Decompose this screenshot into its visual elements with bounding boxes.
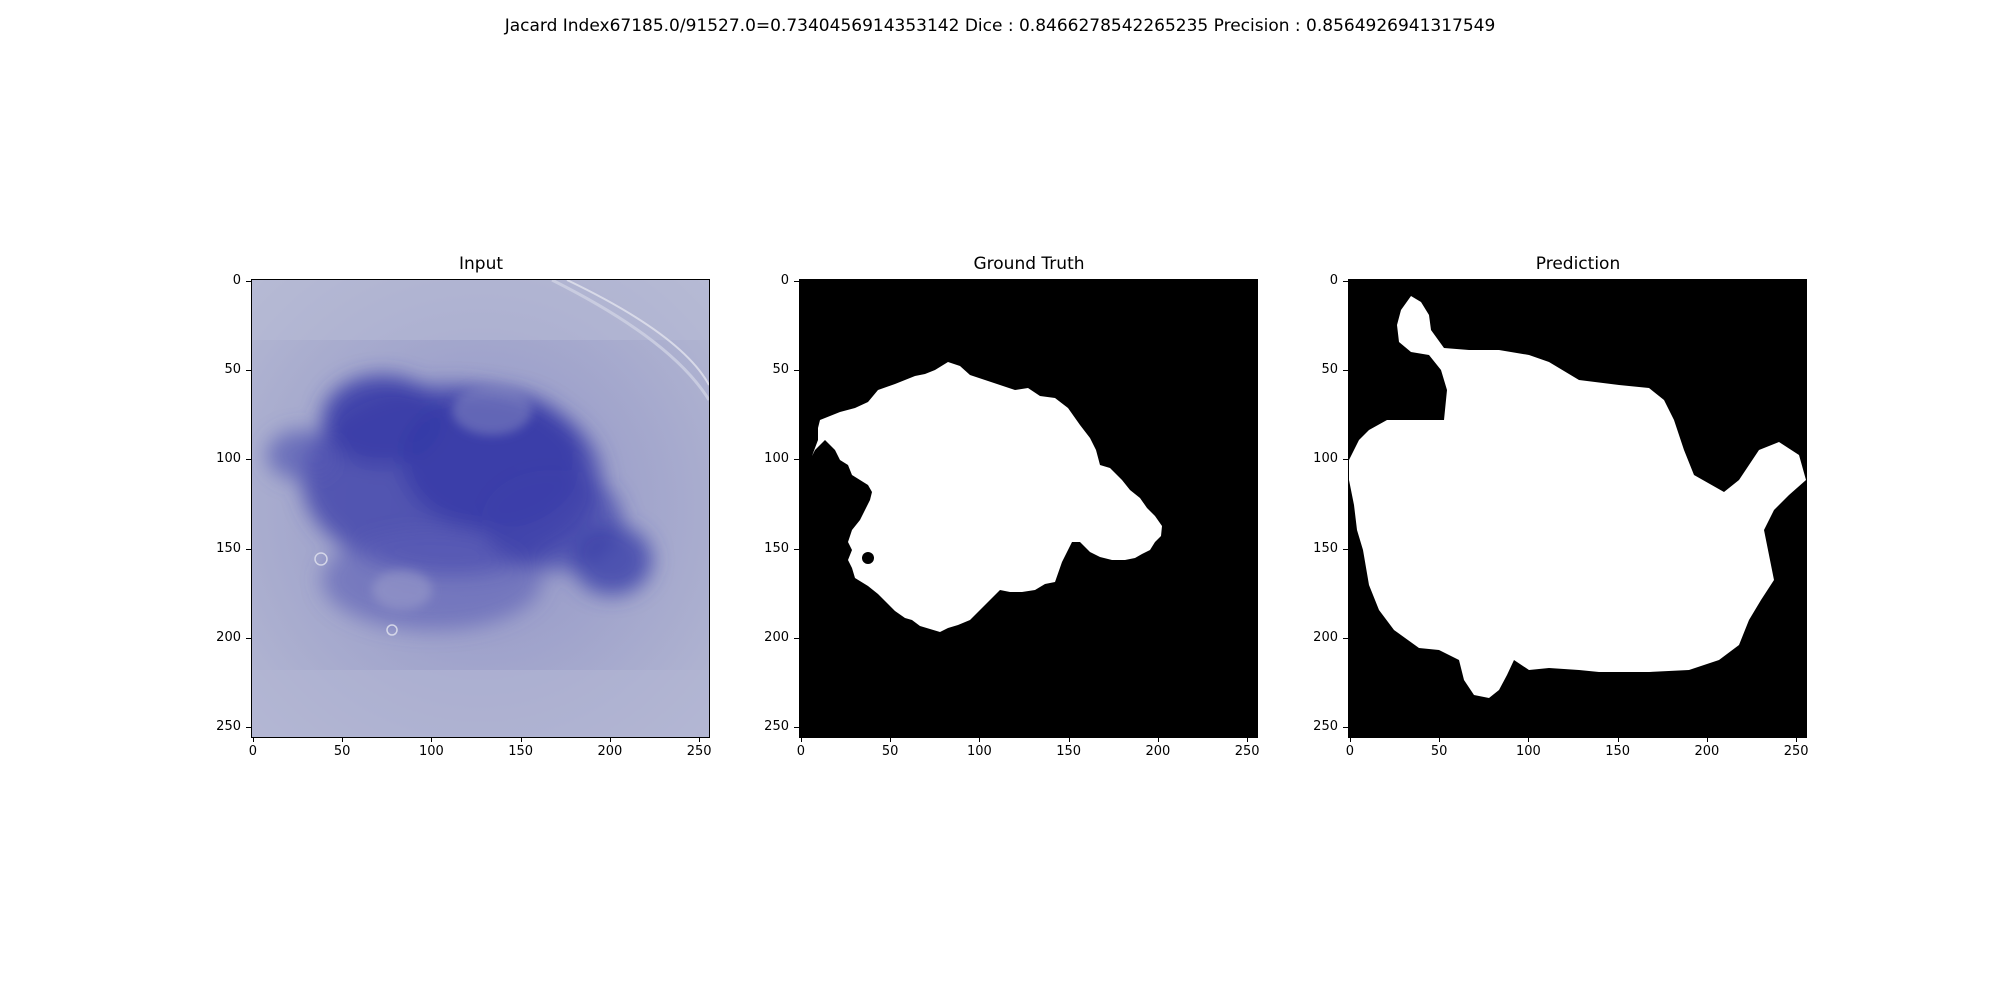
- x-tick-label-ground-truth: 150: [1056, 744, 1082, 759]
- x-tick-label-ground-truth: 100: [966, 744, 992, 759]
- figure-title: Jacard Index67185.0/91527.0=0.7340456914…: [504, 16, 1496, 36]
- y-tick-mark-prediction: [1343, 548, 1348, 550]
- x-tick-mark-ground-truth: [1247, 737, 1249, 742]
- y-tick-mark-prediction: [1343, 459, 1348, 461]
- y-tick-label-prediction: 0: [1329, 272, 1338, 288]
- x-tick-label-input: 200: [597, 744, 623, 759]
- panel-title-prediction: Prediction: [1535, 254, 1621, 274]
- x-tick-mark-ground-truth: [1157, 737, 1159, 742]
- y-tick-mark-prediction: [1343, 637, 1348, 639]
- x-tick-label-input: 250: [686, 744, 712, 759]
- x-tick-mark-prediction: [1706, 737, 1708, 742]
- y-tick-mark-prediction: [1343, 727, 1348, 729]
- y-tick-label-ground-truth: 100: [764, 451, 789, 467]
- ground-truth-mask: [800, 280, 1257, 737]
- x-tick-mark-prediction: [1439, 737, 1441, 742]
- prediction-mask: [1349, 280, 1806, 737]
- y-tick-label-prediction: 250: [1313, 719, 1338, 735]
- y-tick-label-prediction: 100: [1313, 451, 1338, 467]
- x-tick-label-prediction: 100: [1515, 744, 1541, 759]
- y-tick-mark-ground-truth: [794, 459, 799, 461]
- y-tick-label-input: 200: [216, 629, 241, 645]
- panel-title-ground-truth: Ground Truth: [973, 254, 1085, 274]
- y-tick-mark-input: [246, 280, 251, 282]
- y-tick-label-ground-truth: 150: [764, 540, 789, 556]
- y-tick-mark-input: [246, 727, 251, 729]
- x-tick-label-ground-truth: 200: [1145, 744, 1171, 759]
- x-tick-mark-input: [699, 737, 701, 742]
- x-tick-label-prediction: 50: [1430, 744, 1448, 759]
- x-tick-label-input: 100: [418, 744, 444, 759]
- x-tick-mark-input: [342, 737, 344, 742]
- x-tick-label-prediction: 200: [1694, 744, 1720, 759]
- x-tick-label-prediction: 150: [1605, 744, 1631, 759]
- prediction-axes: [1348, 279, 1807, 738]
- x-tick-label-input: 50: [333, 744, 351, 759]
- input-image: [252, 280, 709, 737]
- y-tick-mark-prediction: [1343, 280, 1348, 282]
- y-tick-label-prediction: 150: [1313, 540, 1338, 556]
- x-tick-label-input: 150: [508, 744, 534, 759]
- y-tick-label-input: 250: [216, 719, 241, 735]
- x-tick-label-ground-truth: 50: [881, 744, 899, 759]
- y-tick-label-ground-truth: 200: [764, 629, 789, 645]
- input-image-axes: [251, 279, 710, 738]
- y-tick-mark-ground-truth: [794, 637, 799, 639]
- y-tick-mark-input: [246, 370, 251, 372]
- y-tick-label-input: 50: [224, 362, 241, 378]
- x-tick-mark-input: [609, 737, 611, 742]
- y-tick-mark-prediction: [1343, 370, 1348, 372]
- x-tick-mark-input: [252, 737, 254, 742]
- x-tick-mark-ground-truth: [979, 737, 981, 742]
- x-tick-mark-ground-truth: [800, 737, 802, 742]
- y-tick-mark-input: [246, 637, 251, 639]
- x-tick-mark-prediction: [1796, 737, 1798, 742]
- y-tick-label-ground-truth: 250: [764, 719, 789, 735]
- x-tick-label-prediction: 250: [1783, 744, 1809, 759]
- x-tick-label-ground-truth: 250: [1234, 744, 1260, 759]
- y-tick-label-ground-truth: 50: [772, 362, 789, 378]
- x-tick-mark-prediction: [1528, 737, 1530, 742]
- x-tick-mark-ground-truth: [1068, 737, 1070, 742]
- y-tick-label-input: 150: [216, 540, 241, 556]
- y-tick-mark-input: [246, 548, 251, 550]
- y-tick-mark-input: [246, 459, 251, 461]
- x-tick-mark-input: [431, 737, 433, 742]
- y-tick-label-prediction: 200: [1313, 629, 1338, 645]
- x-tick-mark-prediction: [1617, 737, 1619, 742]
- x-tick-label-prediction: 0: [1345, 744, 1355, 759]
- y-tick-label-input: 100: [216, 451, 241, 467]
- x-tick-label-ground-truth: 0: [796, 744, 806, 759]
- x-tick-mark-prediction: [1349, 737, 1351, 742]
- y-tick-label-prediction: 50: [1321, 362, 1338, 378]
- y-tick-mark-ground-truth: [794, 370, 799, 372]
- y-tick-mark-ground-truth: [794, 548, 799, 550]
- ground-truth-axes: [799, 279, 1258, 738]
- x-tick-mark-ground-truth: [890, 737, 892, 742]
- y-tick-mark-ground-truth: [794, 727, 799, 729]
- x-tick-label-input: 0: [248, 744, 258, 759]
- y-tick-label-input: 0: [232, 272, 241, 288]
- x-tick-mark-input: [520, 737, 522, 742]
- panel-title-input: Input: [458, 254, 504, 274]
- y-tick-label-ground-truth: 0: [780, 272, 789, 288]
- y-tick-mark-ground-truth: [794, 280, 799, 282]
